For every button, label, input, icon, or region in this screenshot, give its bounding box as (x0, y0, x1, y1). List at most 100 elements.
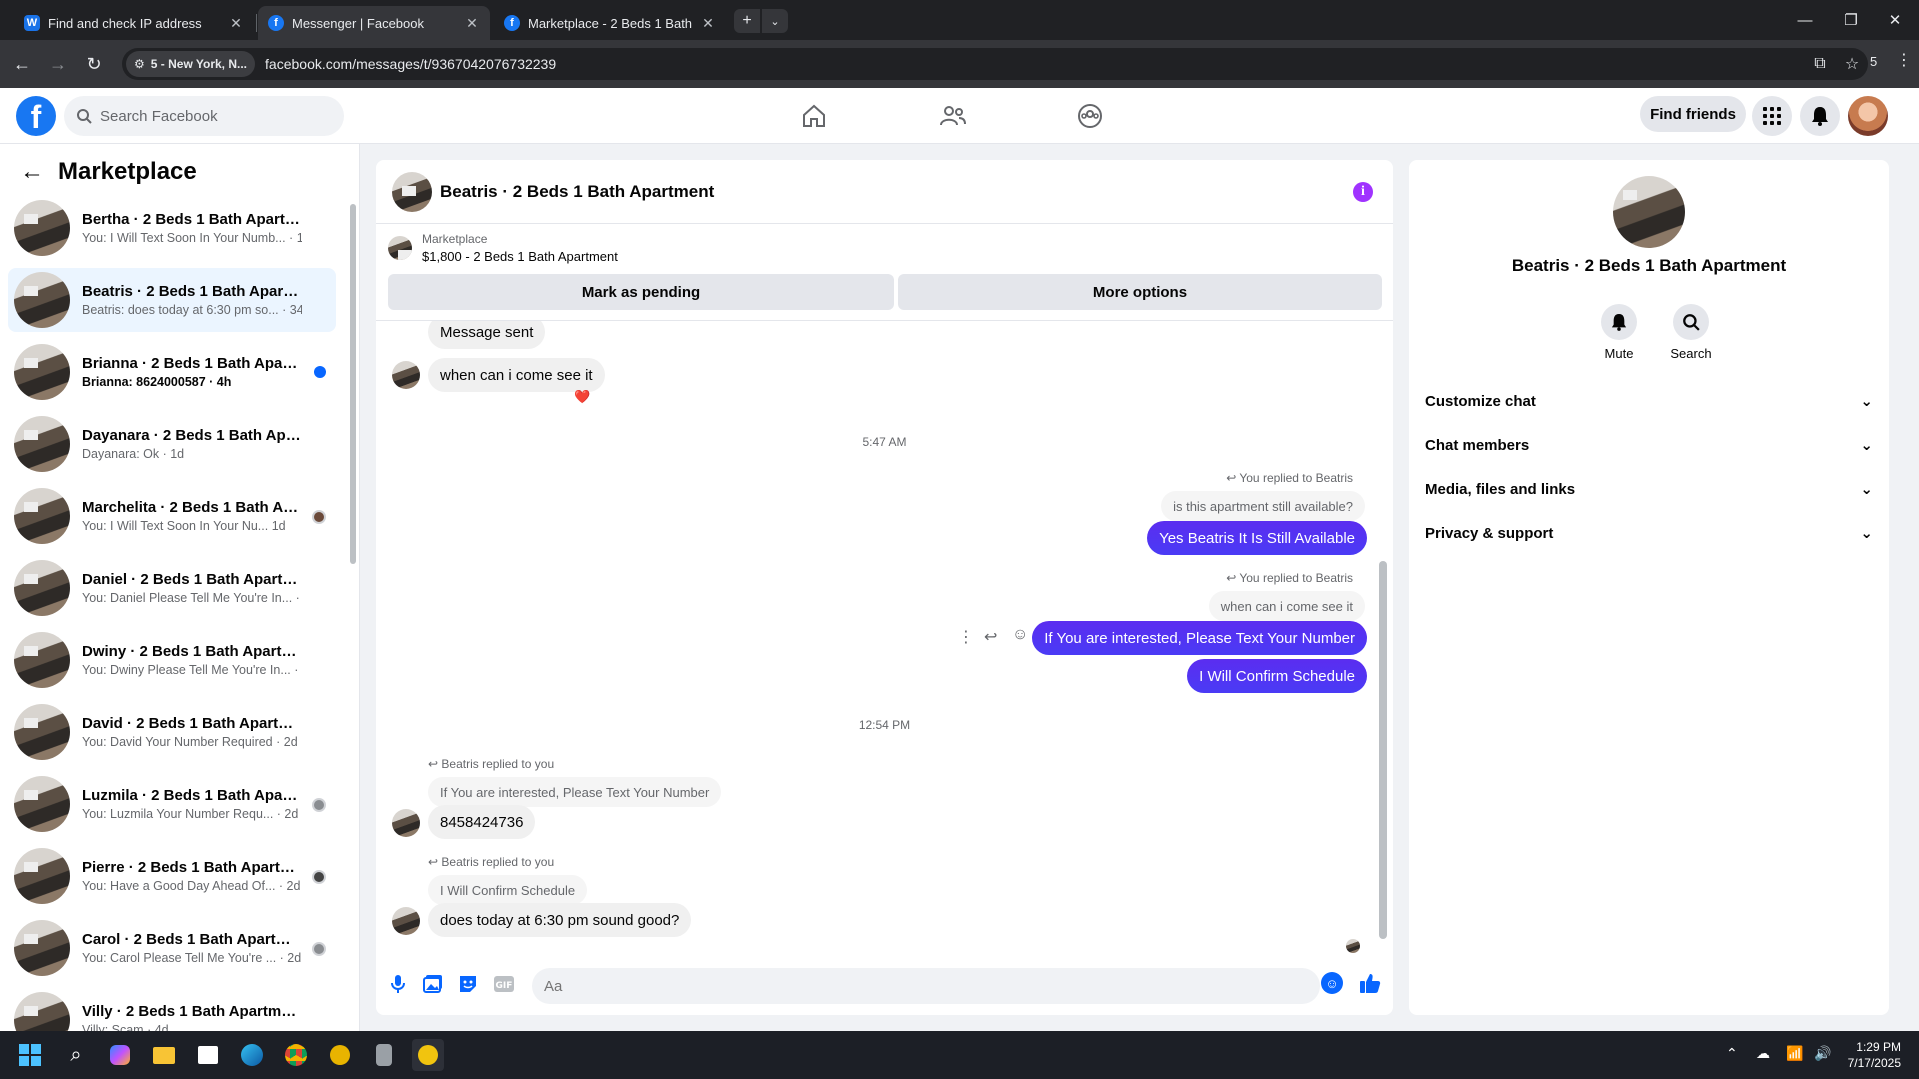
chat-members-section[interactable]: Chat members ⌄ (1425, 423, 1881, 467)
quoted-message[interactable]: If You are interested, Please Text Your … (428, 777, 722, 807)
listing-thumbnail (14, 272, 70, 328)
wifi-icon[interactable]: 📶 (1786, 1045, 1803, 1062)
gif-icon[interactable]: GIF (492, 972, 516, 996)
bookmark-star-icon[interactable]: ☆ (1836, 54, 1868, 74)
conversation-item[interactable]: Brianna · 2 Beds 1 Bath Apart... Brianna:… (8, 340, 336, 404)
system-clock[interactable]: 1:29 PM 7/17/2025 (1848, 1039, 1901, 1071)
photo-icon[interactable] (421, 972, 445, 996)
address-bar[interactable]: ⚙ 5 - New York, N... facebook.com/messag… (122, 48, 1868, 80)
conversation-item[interactable]: Dayanara · 2 Beds 1 Bath Apart... Dayanar… (8, 412, 336, 476)
site-info-chip[interactable]: ⚙ 5 - New York, N... (126, 51, 256, 77)
listing-thumbnail (14, 632, 70, 688)
more-actions-icon[interactable]: ⋮ (958, 627, 974, 647)
react-emoji-icon[interactable]: ☺ (1012, 626, 1028, 644)
chat-title[interactable]: Beatris · 2 Beds 1 Bath Apartment (440, 182, 714, 202)
conversation-item[interactable]: Luzmila · 2 Beds 1 Bath Apart... You: Luz… (8, 772, 336, 836)
mark-as-pending-button[interactable]: Mark as pending (388, 274, 894, 310)
minimize-icon[interactable]: — (1790, 8, 1820, 32)
conversation-item[interactable]: Pierre · 2 Beds 1 Bath Apartm... You: Hav… (8, 844, 336, 908)
reply-icon[interactable]: ↩ (984, 627, 997, 647)
browser-tab-ip[interactable]: W Find and check IP address ✕ (14, 6, 254, 40)
incoming-message: 8458424736 (428, 805, 536, 839)
privacy-support-section[interactable]: Privacy & support ⌄ (1425, 511, 1881, 555)
list-scrollbar[interactable] (350, 204, 356, 564)
forward-icon[interactable]: → (44, 50, 72, 78)
url-text[interactable]: facebook.com/messages/t/9367042076732239 (265, 56, 1804, 72)
sticker-icon[interactable] (456, 972, 480, 996)
extension-badge[interactable]: 5 (1870, 54, 1877, 69)
media-files-links-section[interactable]: Media, files and links ⌄ (1425, 467, 1881, 511)
emoji-icon[interactable]: ☺ (1321, 972, 1343, 994)
customize-chat-section[interactable]: Customize chat ⌄ (1425, 379, 1881, 423)
friends-icon[interactable] (933, 98, 973, 134)
facebook-logo-icon[interactable]: f (16, 96, 56, 136)
install-app-icon[interactable]: ⧉ (1804, 55, 1836, 73)
search-in-chat-button[interactable]: Search (1661, 304, 1721, 361)
groups-icon[interactable] (1070, 98, 1110, 134)
conversation-item[interactable]: Marchelita · 2 Beds 1 Bath Ap... You: I W… (8, 484, 336, 548)
store-icon[interactable] (192, 1039, 224, 1071)
search-icon[interactable]: ⌕ (60, 1039, 92, 1071)
restore-icon[interactable]: ❐ (1836, 8, 1866, 32)
file-explorer-icon[interactable] (148, 1039, 180, 1071)
profile-avatar[interactable] (1848, 96, 1888, 136)
mute-button[interactable]: Mute (1589, 304, 1649, 361)
conversation-item[interactable]: Daniel · 2 Beds 1 Bath Apartment You: Dan… (8, 556, 336, 620)
close-tab-icon[interactable]: ✕ (464, 15, 480, 32)
info-icon[interactable]: i (1353, 182, 1373, 202)
section-label: Chat members (1425, 436, 1530, 454)
conversation-item-active[interactable]: Beatris · 2 Beds 1 Bath Apartment Beatris… (8, 268, 336, 332)
conversation-item[interactable]: Dwiny · 2 Beds 1 Bath Apartment You: Dwin… (8, 628, 336, 692)
close-tab-icon[interactable]: ✕ (700, 15, 716, 32)
conversation-preview: You: Dwiny Please Tell Me You're In... ·… (82, 663, 302, 677)
app-icon[interactable] (324, 1039, 356, 1071)
sender-avatar (392, 907, 420, 935)
browser-menu-icon[interactable]: ⋮ (1896, 50, 1912, 70)
conversation-item[interactable]: Carol · 2 Beds 1 Bath Apartment You: Caro… (8, 916, 336, 980)
listing-summary[interactable]: Marketplace $1,800 - 2 Beds 1 Bath Apart… (388, 232, 618, 264)
volume-icon[interactable]: 🔊 (1814, 1045, 1831, 1062)
quoted-message[interactable]: I Will Confirm Schedule (428, 875, 588, 905)
browser-tab-marketplace[interactable]: f Marketplace - 2 Beds 1 Bath Ap ✕ (494, 6, 726, 40)
search-facebook-input[interactable]: Search Facebook (64, 96, 344, 136)
windows-start-icon[interactable] (14, 1039, 46, 1071)
tray-chevron-icon[interactable]: ⌃ (1726, 1045, 1738, 1062)
listing-thumbnail (388, 236, 412, 260)
timestamp: 12:54 PM (858, 718, 911, 732)
back-arrow-icon[interactable]: ← (20, 158, 44, 186)
thumbs-up-icon[interactable] (1358, 971, 1382, 995)
active-app-icon[interactable] (412, 1039, 444, 1071)
chat-avatar[interactable] (392, 171, 432, 212)
browser-tabbar: W Find and check IP address ✕ f Messenge… (0, 0, 1919, 40)
quoted-message[interactable]: is this apartment still available? (1161, 491, 1365, 521)
reload-icon[interactable]: ↻ (80, 50, 108, 78)
listing-thumbnail (14, 704, 70, 760)
heart-reaction-icon[interactable]: ❤️ (574, 389, 590, 405)
incoming-message: does today at 6:30 pm sound good? (428, 903, 692, 937)
conversation-item[interactable]: David · 2 Beds 1 Bath Apartment You: Davi… (8, 700, 336, 764)
message-input[interactable] (532, 968, 1320, 1004)
back-icon[interactable]: ← (8, 50, 36, 78)
onedrive-icon[interactable]: ☁ (1756, 1045, 1770, 1062)
notifications-bell-icon[interactable] (1800, 96, 1840, 136)
edge-icon[interactable] (236, 1039, 268, 1071)
conversation-item[interactable]: Villy · 2 Beds 1 Bath Apartment Villy: Sc… (8, 988, 336, 1031)
tab-search-button[interactable]: ⌄ (762, 9, 788, 33)
thread-scrollbar[interactable] (1379, 561, 1387, 939)
more-options-button[interactable]: More options (898, 274, 1382, 310)
quoted-message[interactable]: when can i come see it (1208, 591, 1365, 621)
conversation-avatar[interactable] (1613, 176, 1685, 248)
new-tab-button[interactable]: + (734, 9, 760, 33)
listing-thumbnail (14, 488, 70, 544)
microphone-icon[interactable] (386, 972, 410, 996)
app-icon[interactable] (368, 1039, 400, 1071)
find-friends-button[interactable]: Find friends (1640, 96, 1746, 132)
chrome-icon[interactable] (280, 1039, 312, 1071)
copilot-icon[interactable] (104, 1039, 136, 1071)
menu-grid-icon[interactable] (1752, 96, 1792, 136)
browser-tab-messenger[interactable]: f Messenger | Facebook ✕ (258, 6, 490, 40)
conversation-item[interactable]: Bertha · 2 Beds 1 Bath Apartment You: I W… (8, 196, 336, 260)
close-tab-icon[interactable]: ✕ (228, 15, 244, 32)
home-icon[interactable] (794, 98, 834, 134)
close-window-icon[interactable]: ✕ (1880, 8, 1910, 32)
